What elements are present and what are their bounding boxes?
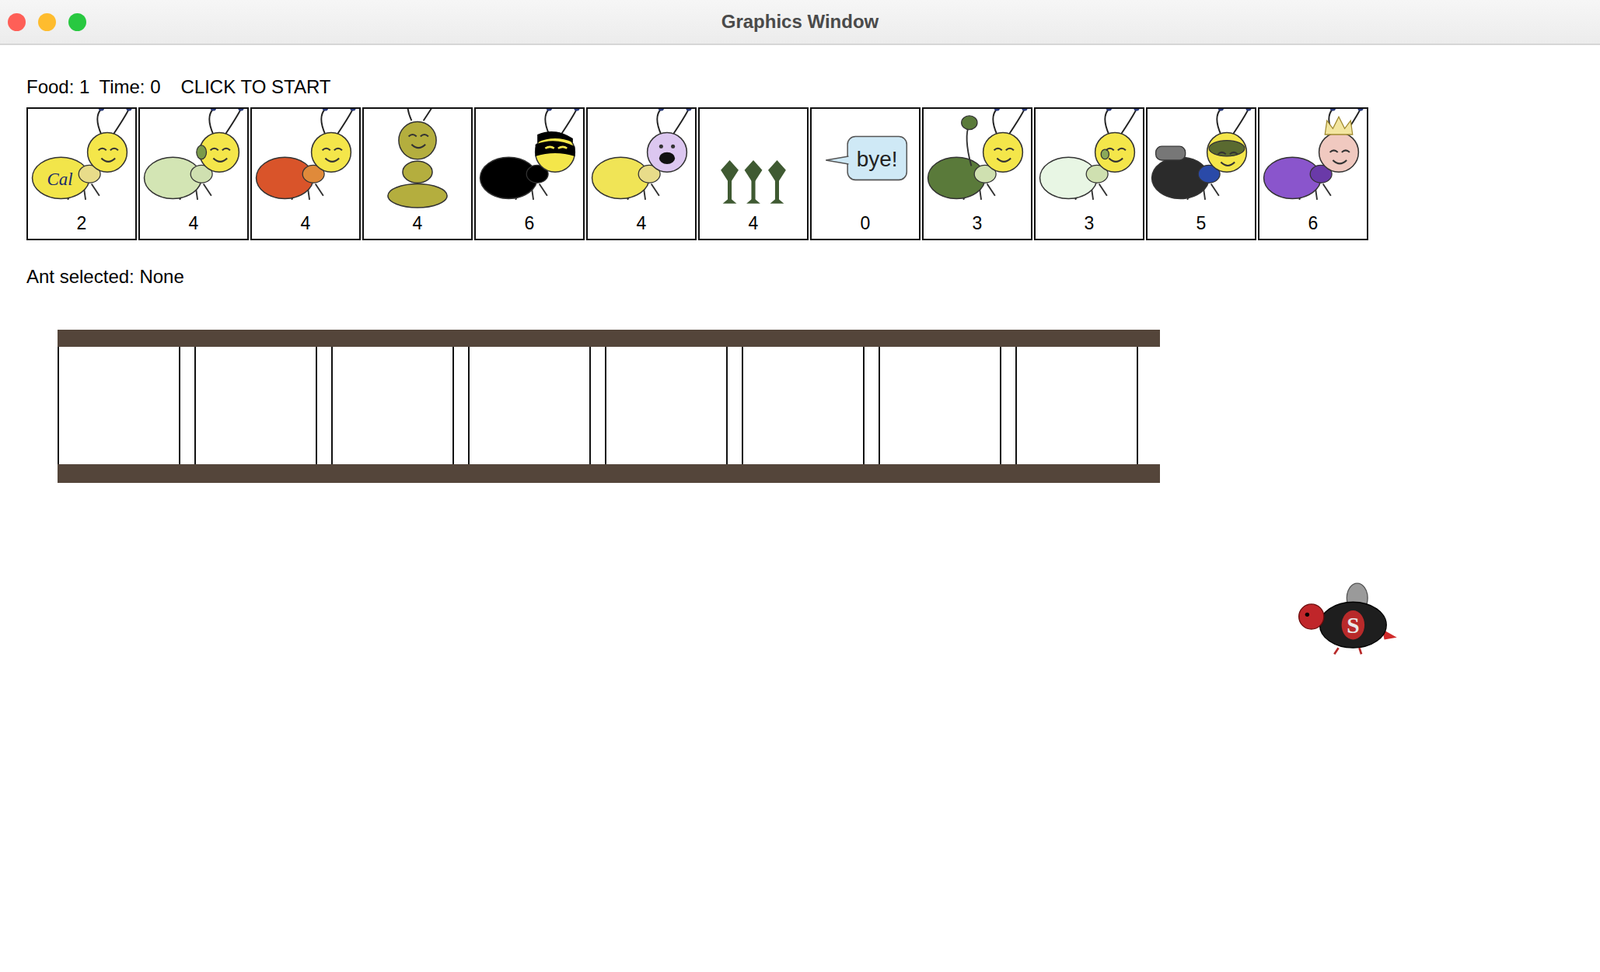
ant-cost: 4 [300,211,311,238]
bee: S [1296,576,1401,657]
ant-card[interactable]: 3 [922,107,1033,241]
wall-ant-icon [363,108,472,212]
ant-body [387,183,448,207]
bodyguard-ant-icon [1147,108,1255,212]
ant-cost: 0 [860,211,871,238]
queen-ant-icon [1259,108,1367,212]
bye-bubble-text: bye! [856,146,898,172]
ant-card[interactable]: 4 [362,107,473,241]
ant-cost: 2 [76,211,88,238]
bee-icon: S [1296,576,1401,657]
plants-ant-icon [699,108,807,212]
ant-cost: 6 [1308,211,1319,238]
ant-selector: Cal 2 4 4 4 6 4 4 bye! 0 3 3 5 6 [26,107,1600,241]
ant-cost: 4 [748,211,759,238]
tunnel-place[interactable] [194,346,318,465]
ant-cost: 4 [412,211,423,238]
window-title: Graphics Window [721,0,879,44]
food-counter: Food: 1 [26,74,90,100]
tunnel-place[interactable] [604,346,728,465]
fire-ant-icon [251,108,360,212]
ant-card[interactable]: 6 [1257,107,1369,241]
ant-cost: 4 [188,211,200,238]
ant-card[interactable]: 4 [586,107,697,241]
ant-cost: 3 [1084,211,1095,238]
ant-body [720,160,787,204]
tunnel [57,329,1160,483]
ant-body [847,136,907,181]
ant-card[interactable]: 4 [250,107,361,241]
ant-card[interactable]: 4 [138,107,249,241]
maximize-button[interactable] [68,13,87,32]
ant-cost: 5 [1196,211,1207,238]
ant-cost: 6 [524,211,535,238]
close-button[interactable] [7,13,26,32]
ant-cost: 3 [972,211,983,238]
status-line: Food: 1 Time: 0 CLICK TO START [26,74,1600,100]
ant-cost: 4 [636,211,647,238]
time-counter: Time: 0 [98,74,161,100]
ninja-ant-icon [475,108,584,212]
game-stage[interactable]: Food: 1 Time: 0 CLICK TO START Cal 2 4 4 4 6 4 4 by… [0,45,1600,483]
hungry-ant-icon [587,108,696,212]
start-prompt[interactable]: CLICK TO START [181,74,332,100]
tunnel-place[interactable] [468,346,591,465]
selected-ant-label: Ant selected: None [26,264,1600,290]
ant-card[interactable]: bye! 0 [810,107,921,241]
bye-ant-icon: bye! [811,108,919,212]
ant-card[interactable]: Cal 2 [26,107,137,241]
cal-badge-text: Cal [47,169,74,189]
title-bar: Graphics Window [0,0,1600,46]
thrower-ant-icon [139,108,248,212]
ant-card[interactable]: 5 [1145,107,1257,241]
tunnel-place[interactable] [57,346,181,465]
ant-card[interactable]: 3 [1034,107,1145,241]
tunnel-place[interactable] [1015,346,1139,465]
tunnel-place[interactable] [331,346,455,465]
ant-card[interactable]: 6 [474,107,585,241]
bee-logo-text: S [1346,612,1359,638]
tunnel-place[interactable] [741,346,865,465]
long-thrower-ant-icon [923,108,1031,212]
minimize-button[interactable] [38,13,56,32]
ant-card[interactable]: 4 [698,107,809,241]
window-controls [7,0,87,44]
harvester-ant-icon: Cal [27,108,136,212]
tunnel-place[interactable] [878,346,1002,465]
short-thrower-ant-icon [1035,108,1143,212]
